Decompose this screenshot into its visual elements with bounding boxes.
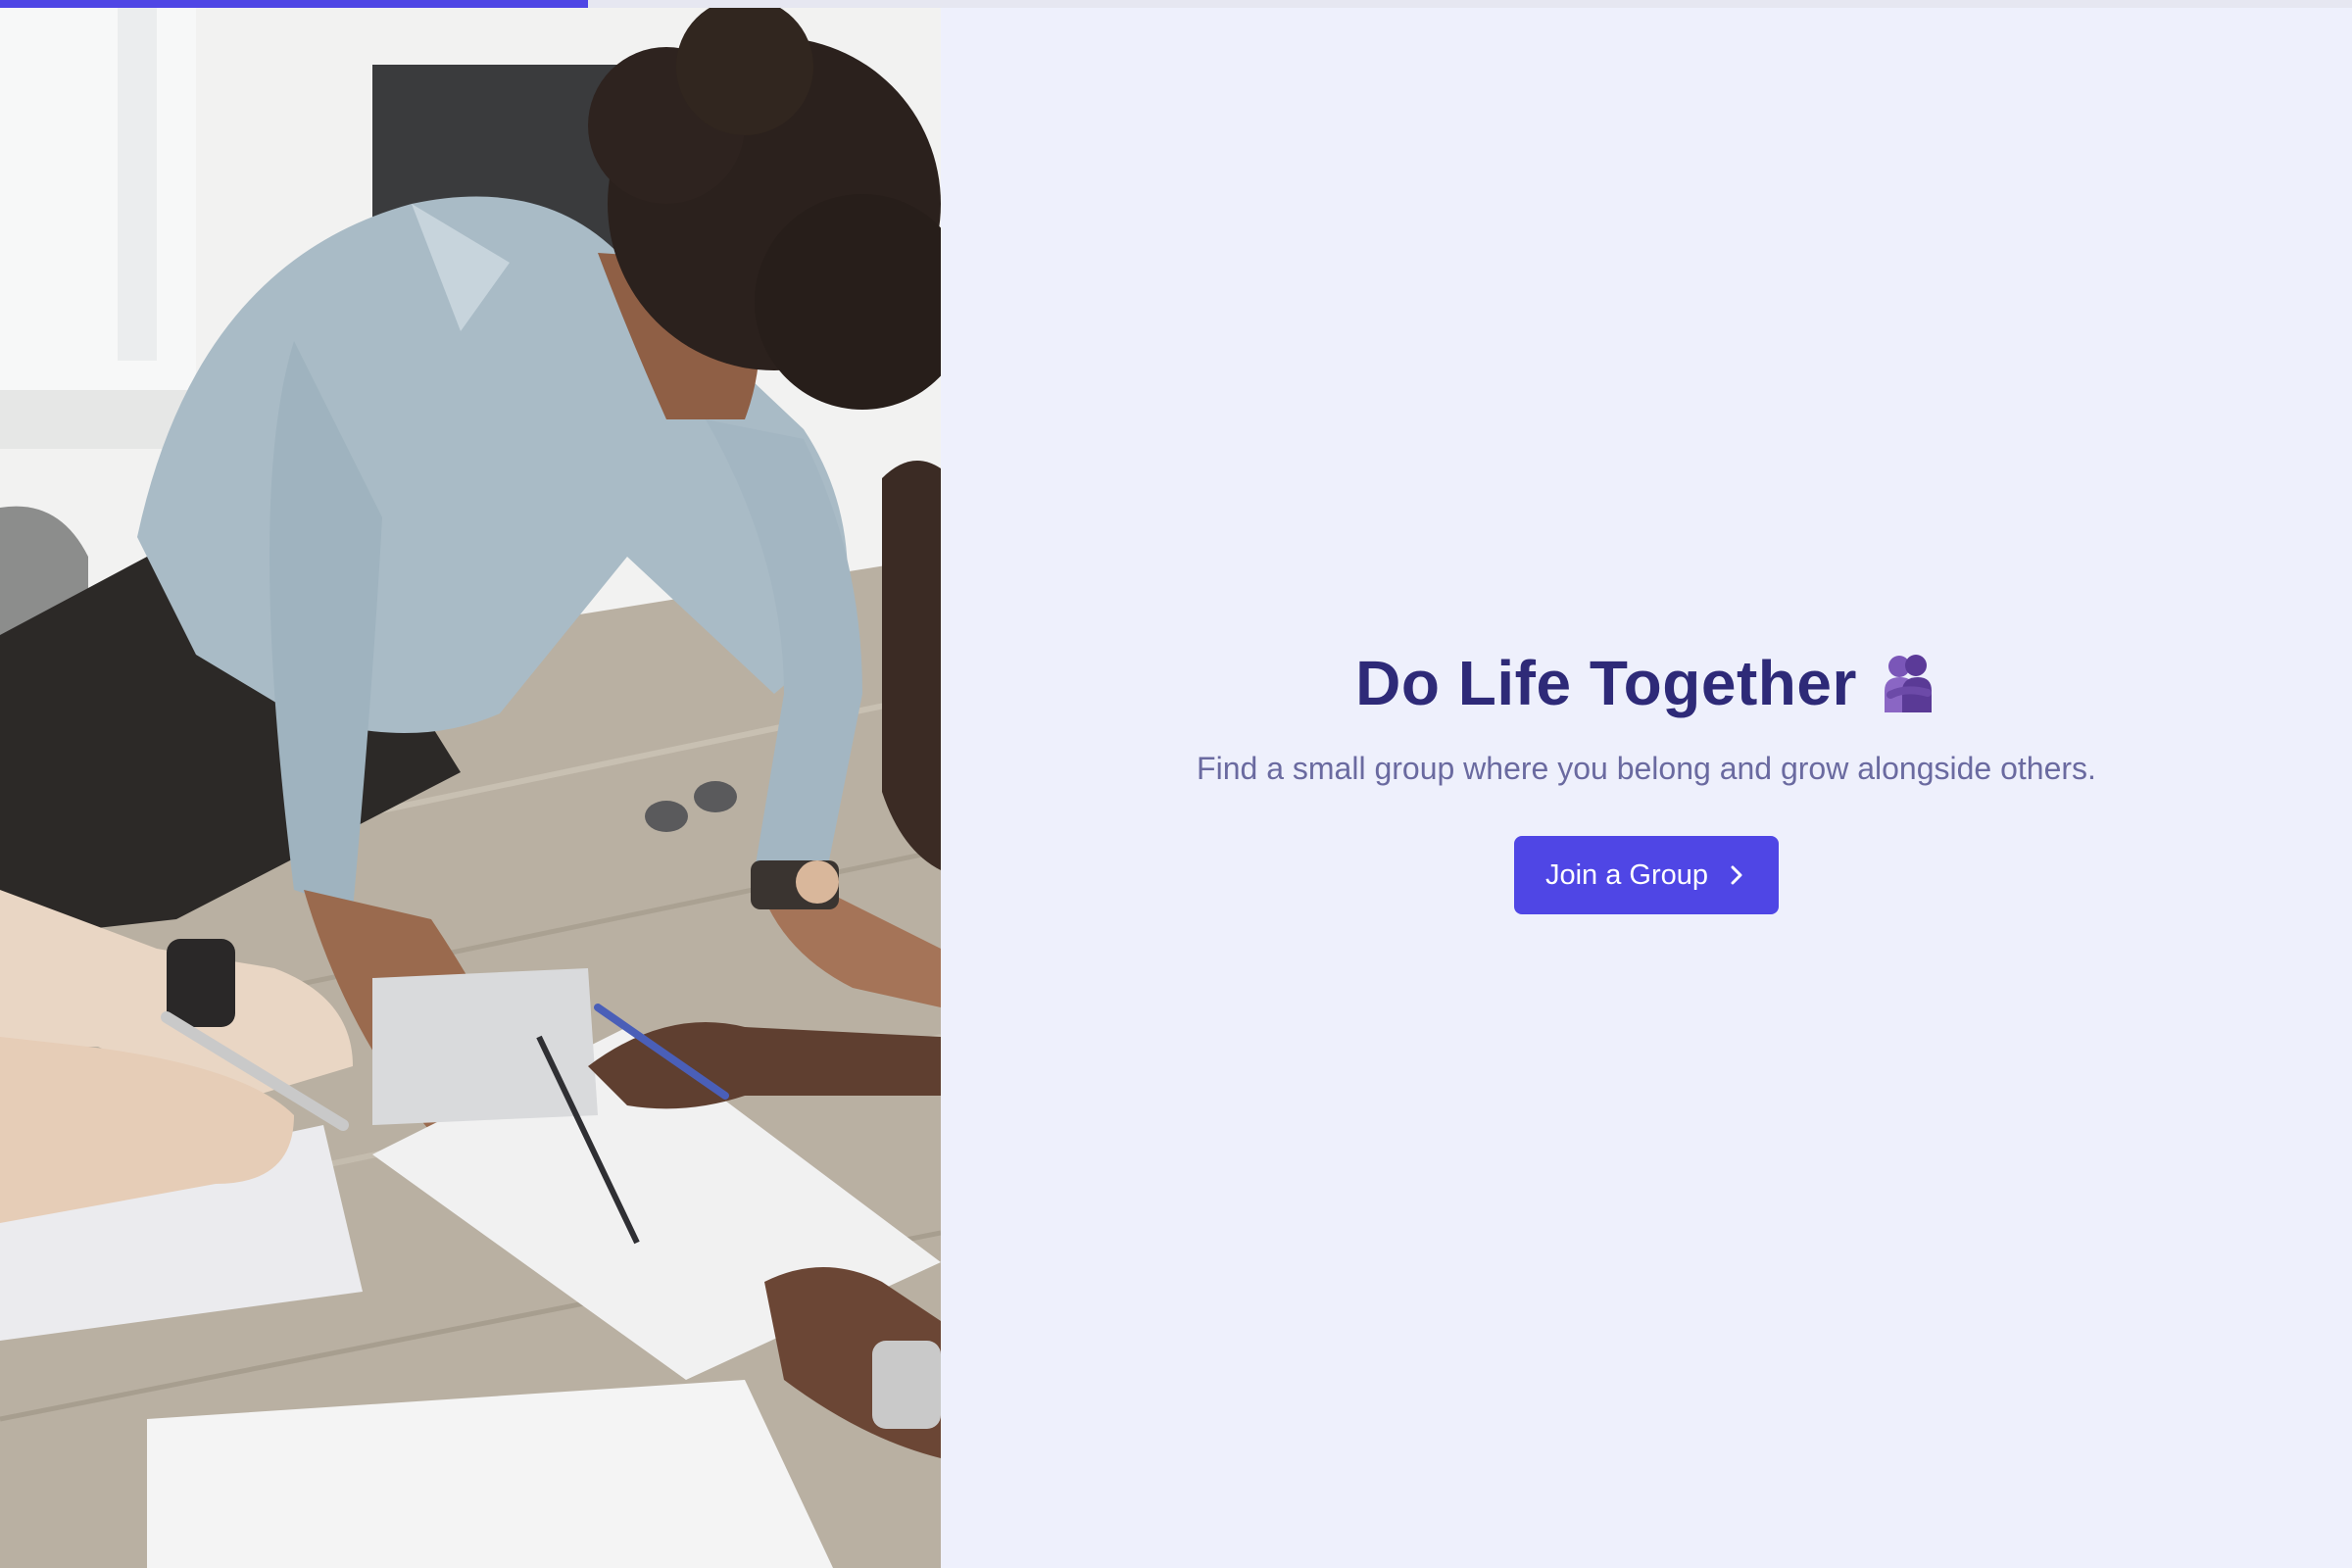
hero-photo (0, 8, 941, 1568)
hero-section: Do Life Together Find a small group wher… (941, 647, 2352, 914)
join-group-button-label: Join a Group (1544, 858, 1709, 891)
hero-title: Do Life Together (1355, 648, 1857, 718)
hero-title-row: Do Life Together (941, 647, 2352, 719)
join-group-button[interactable]: Join a Group (1513, 836, 1780, 914)
group-study-photo (0, 8, 941, 1568)
page-progress-fill (0, 0, 588, 8)
chevron-right-icon (1731, 865, 1742, 885)
page-progress-bar (0, 0, 2352, 8)
people-hugging-icon (1884, 655, 1932, 712)
hero-subtitle: Find a small group where you belong and … (1197, 751, 2096, 786)
hero-content-panel: Do Life Together Find a small group wher… (941, 8, 2352, 1568)
